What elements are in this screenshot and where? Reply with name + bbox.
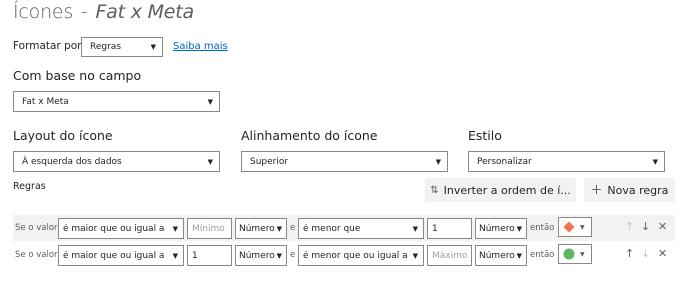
orange-diamond-icon — [563, 221, 575, 233]
then-text: então — [530, 223, 555, 233]
chevron-down-icon: ▼ — [435, 157, 441, 166]
reverse-icon-order-label: Inverter a ordem de í... — [443, 183, 571, 197]
style-dropdown[interactable]: Personalizar ▼ — [468, 151, 665, 172]
chevron-down-icon: ▼ — [172, 224, 178, 233]
green-circle-icon — [563, 248, 575, 260]
chevron-down-icon: ▼ — [207, 157, 213, 166]
then-text: então — [530, 250, 555, 260]
if-value-text: Se o valor — [15, 250, 58, 260]
rule-min-value-input[interactable]: 1 — [187, 245, 232, 266]
rule-type-1-dropdown[interactable]: Número ▼ — [235, 218, 287, 239]
chevron-down-icon: ▼ — [276, 251, 282, 260]
rule-operator-1-dropdown[interactable]: é maior que ou igual a ▼ — [58, 218, 184, 239]
chevron-down-icon: ▼ — [207, 97, 213, 106]
close-icon[interactable]: ✕ — [658, 247, 667, 260]
title-main: Ícones — [13, 1, 74, 23]
title-separator: - — [80, 1, 88, 23]
rule-operator-1-value: é maior que ou igual a — [63, 223, 165, 234]
rule-type-2-dropdown[interactable]: Número ▼ — [475, 245, 527, 266]
chevron-down-icon: ▼ — [516, 251, 522, 260]
rule-icon-picker[interactable]: ▼ — [558, 217, 592, 237]
style-label: Estilo — [468, 128, 502, 143]
chevron-down-icon: ▼ — [580, 250, 585, 258]
style-value: Personalizar — [477, 156, 532, 167]
close-icon[interactable]: ✕ — [658, 220, 667, 233]
move-down-icon[interactable]: ↓ — [641, 220, 650, 233]
rule-type-2-value: Número — [479, 250, 515, 261]
chevron-down-icon: ▼ — [580, 223, 585, 231]
and-text: e — [290, 223, 296, 233]
new-rule-label: Nova regra — [607, 183, 669, 197]
sort-arrows-icon: ⇅ — [430, 184, 439, 196]
format-by-dropdown[interactable]: Regras ▼ — [81, 37, 163, 57]
rule-operator-1-dropdown[interactable]: é maior que ou igual a ▼ — [58, 245, 184, 266]
icon-layout-label: Layout do ícone — [13, 128, 113, 143]
rule-operator-2-dropdown[interactable]: é menor que ▼ — [298, 218, 424, 239]
rule-icon-picker[interactable]: ▼ — [558, 244, 592, 264]
rule-type-2-dropdown[interactable]: Número ▼ — [475, 218, 527, 239]
rules-label: Regras — [13, 181, 46, 192]
rule-max-value-input[interactable]: Máximo — [427, 245, 472, 266]
title-field: Fat x Meta — [95, 1, 194, 23]
format-by-label: Formatar por — [13, 40, 82, 52]
chevron-down-icon: ▼ — [172, 251, 178, 260]
rule-max-value-input[interactable]: 1 — [427, 218, 472, 239]
based-on-dropdown[interactable]: Fat x Meta ▼ — [13, 91, 220, 112]
based-on-value: Fat x Meta — [22, 96, 69, 107]
move-down-icon[interactable]: ↓ — [641, 247, 650, 260]
icon-alignment-label: Alinhamento do ícone — [241, 128, 378, 143]
icon-alignment-value: Superior — [250, 156, 289, 167]
learn-more-link[interactable]: Saiba mais — [173, 41, 228, 52]
plus-icon: + — [590, 182, 603, 198]
rule-min-value-input[interactable]: Mínimo — [187, 218, 232, 239]
move-up-icon[interactable]: ↑ — [625, 247, 634, 260]
chevron-down-icon: ▼ — [412, 224, 418, 233]
page-title: Ícones - Fat x Meta — [13, 1, 194, 23]
format-by-value: Regras — [90, 42, 122, 52]
chevron-down-icon: ▼ — [652, 157, 658, 166]
chevron-down-icon: ▼ — [516, 224, 522, 233]
icon-layout-value: À esquerda dos dados — [22, 156, 122, 167]
rule-operator-2-value: é menor que — [303, 223, 361, 234]
chevron-down-icon: ▼ — [412, 251, 418, 260]
rule-operator-1-value: é maior que ou igual a — [63, 250, 165, 261]
rule-type-2-value: Número — [479, 223, 515, 234]
reverse-icon-order-button[interactable]: ⇅ Inverter a ordem de í... — [425, 178, 576, 202]
new-rule-button[interactable]: + Nova regra — [584, 178, 675, 202]
rule-type-1-value: Número — [239, 223, 275, 234]
move-up-icon[interactable]: ↑ — [625, 220, 634, 233]
rule-operator-2-dropdown[interactable]: é menor que ou igual a ▼ — [298, 245, 424, 266]
rule-type-1-dropdown[interactable]: Número ▼ — [235, 245, 287, 266]
if-value-text: Se o valor — [15, 223, 58, 233]
based-on-label: Com base no campo — [13, 68, 142, 83]
chevron-down-icon: ▼ — [276, 224, 282, 233]
icon-alignment-dropdown[interactable]: Superior ▼ — [241, 151, 448, 172]
rule-type-1-value: Número — [239, 250, 275, 261]
chevron-down-icon: ▼ — [150, 43, 156, 51]
rule-operator-2-value: é menor que ou igual a — [303, 250, 408, 261]
icon-layout-dropdown[interactable]: À esquerda dos dados ▼ — [13, 151, 220, 172]
and-text: e — [290, 250, 296, 260]
